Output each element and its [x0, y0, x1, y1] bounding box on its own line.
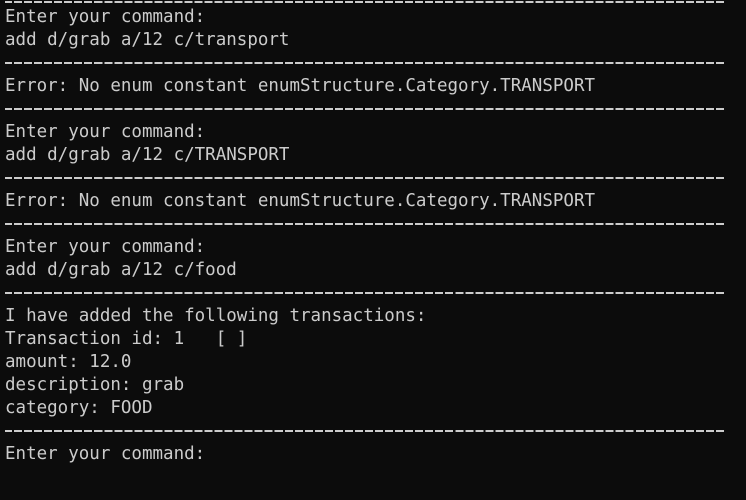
output-line: Transaction id: 1 [ ]	[5, 329, 248, 349]
command-input-text: add d/grab a/12 c/TRANSPORT	[5, 145, 290, 165]
command-prompt: Enter your command:	[5, 237, 206, 257]
command-input-text: add d/grab a/12 c/transport	[5, 30, 290, 50]
error-message: Error: No enum constant enumStructure.Ca…	[5, 76, 596, 96]
separator-line	[5, 282, 746, 305]
output-line: description: grab	[5, 375, 185, 395]
separator-line	[5, 167, 746, 190]
output-line: I have added the following transactions:	[5, 306, 427, 326]
output-line: amount: 12.0	[5, 352, 132, 372]
terminal-output: Enter your command: add d/grab a/12 c/tra…	[5, 6, 746, 466]
terminal-window[interactable]: Enter your command: add d/grab a/12 c/tra…	[0, 0, 746, 500]
separator-line	[5, 52, 746, 75]
output-line: category: FOOD	[5, 398, 153, 418]
command-prompt: Enter your command:	[5, 7, 206, 27]
separator-line	[5, 213, 746, 236]
separator-line	[5, 420, 746, 443]
top-separator	[5, 0, 746, 6]
error-message: Error: No enum constant enumStructure.Ca…	[5, 191, 596, 211]
command-prompt: Enter your command:	[5, 444, 206, 464]
command-prompt: Enter your command:	[5, 122, 206, 142]
command-input-text: add d/grab a/12 c/food	[5, 260, 237, 280]
separator-line	[5, 98, 746, 121]
